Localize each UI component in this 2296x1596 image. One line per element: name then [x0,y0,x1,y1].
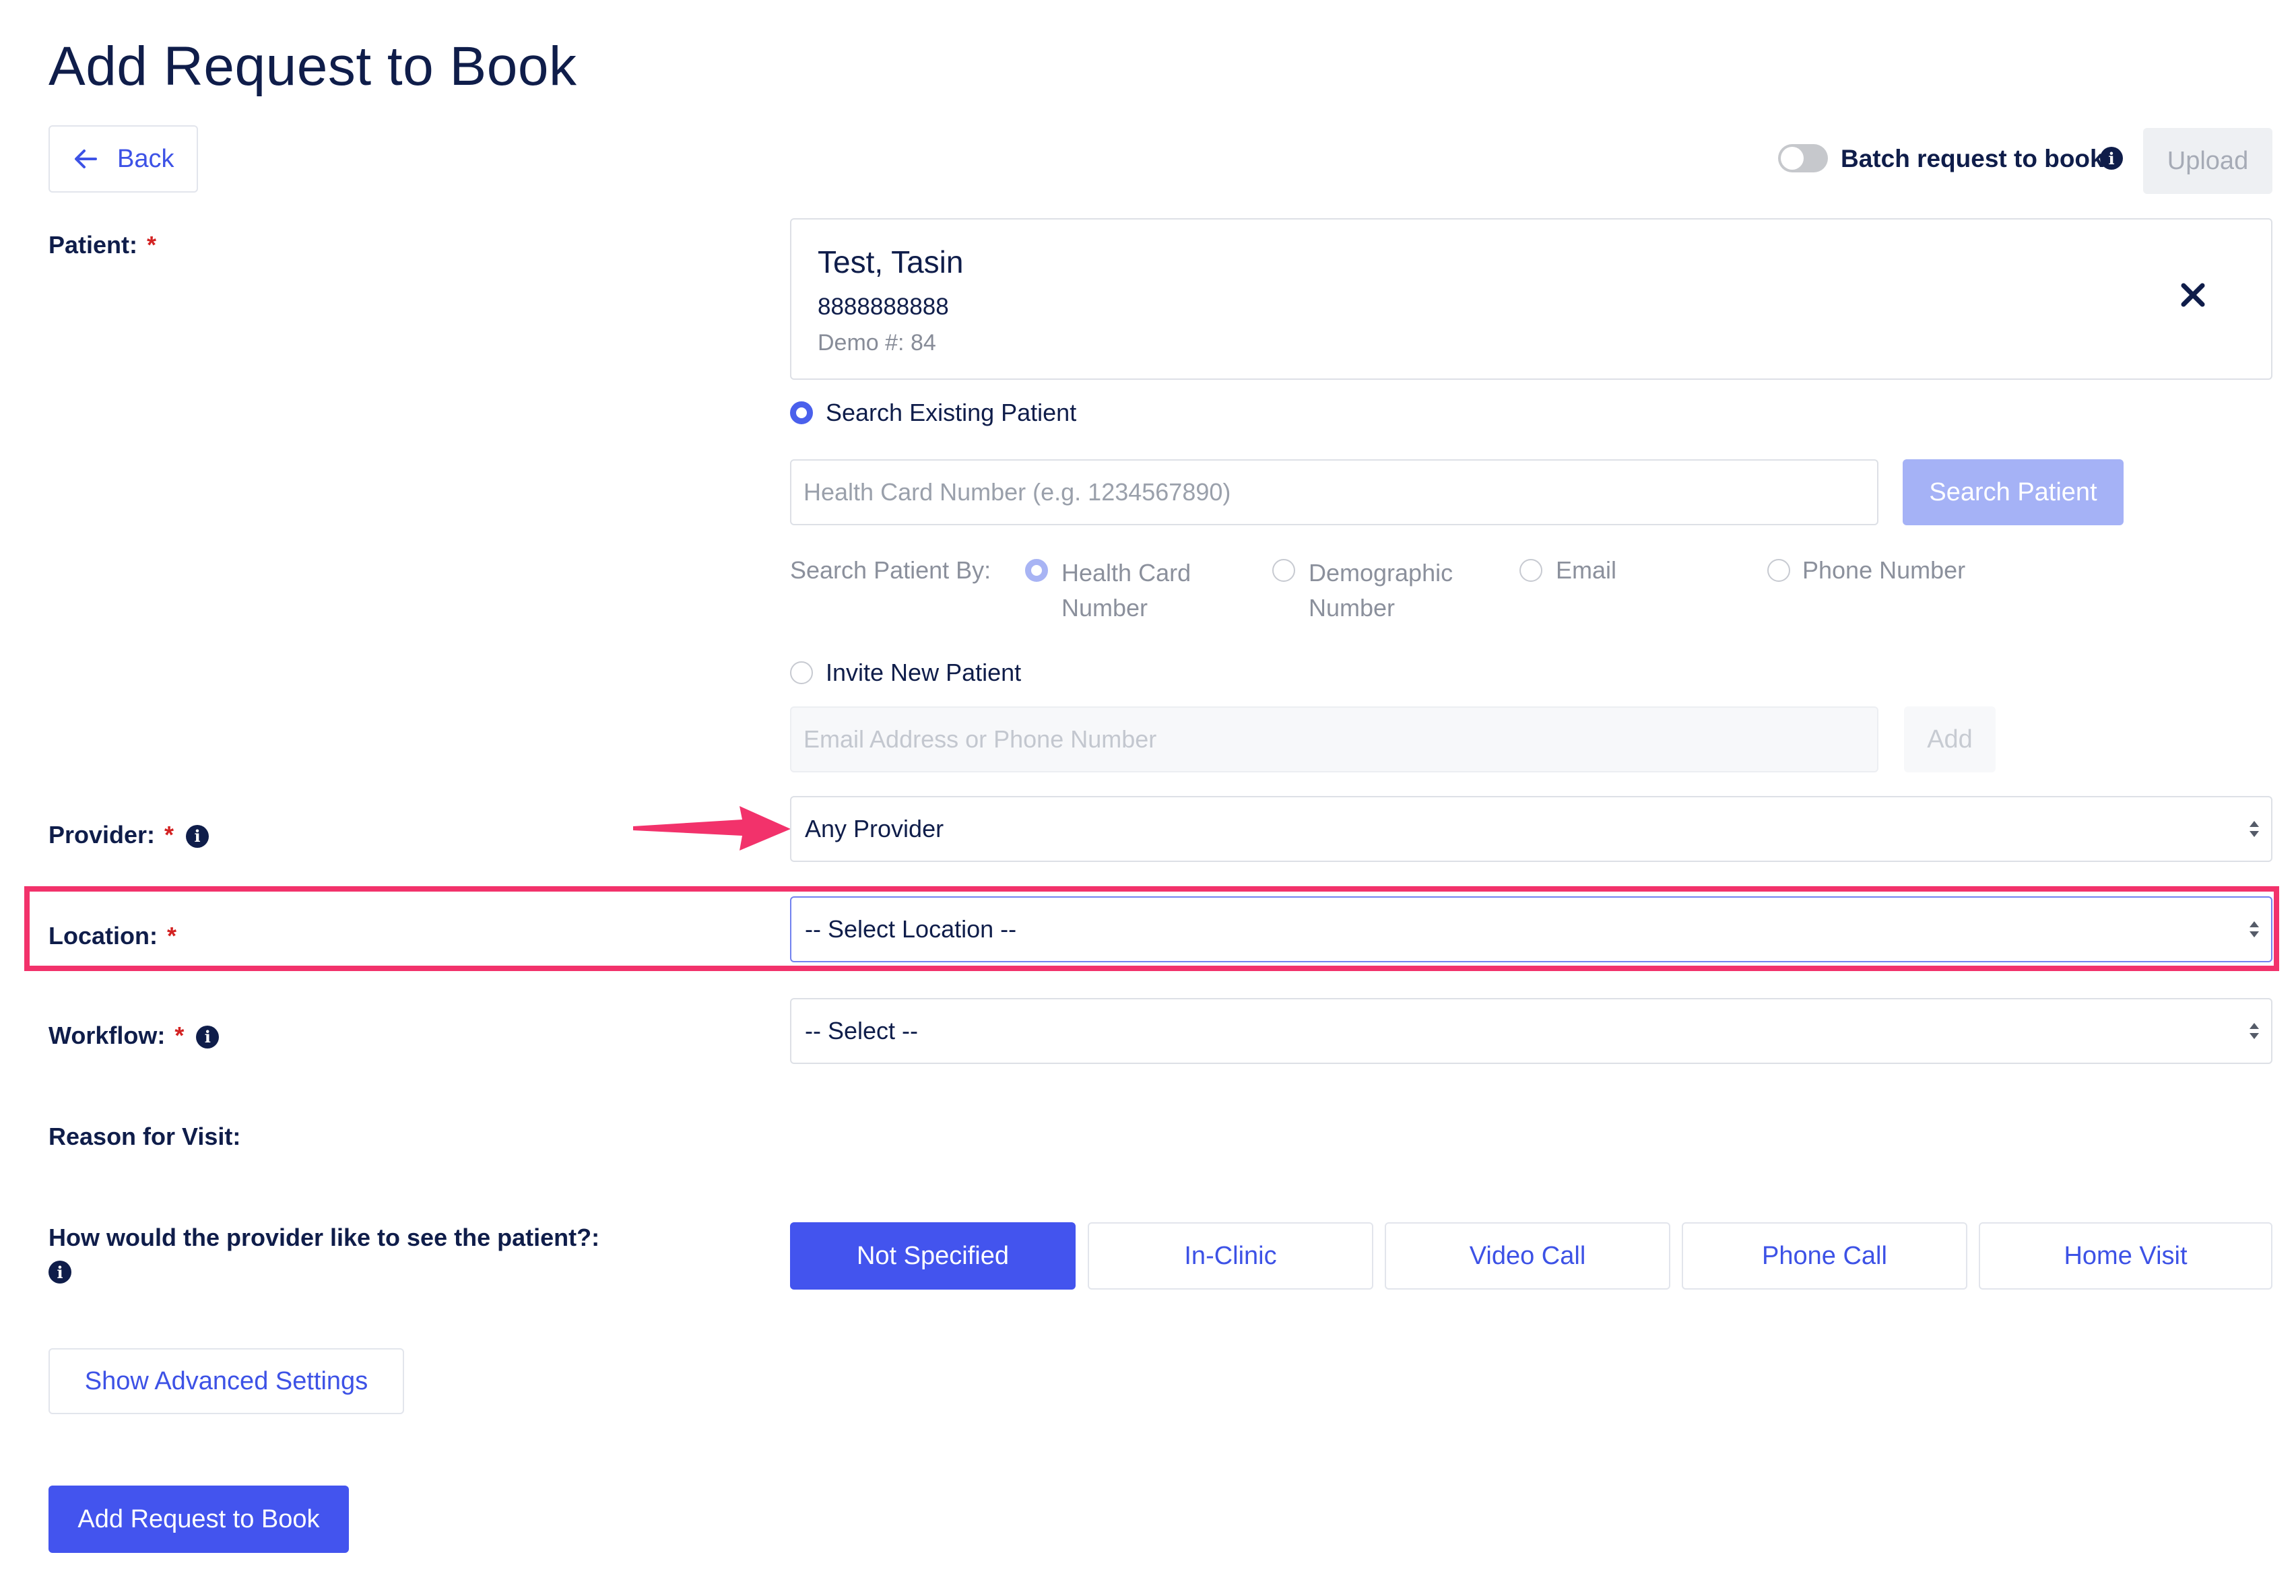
selected-patient-card [790,218,2272,380]
select-caret-icon [2250,821,2259,837]
required-mark: * [164,821,174,849]
search-existing-radio[interactable] [790,401,813,424]
location-select[interactable]: -- Select Location -- [790,896,2272,962]
required-mark: * [147,231,157,259]
location-label: Location: * [48,922,176,950]
remove-patient-button[interactable] [2179,281,2206,312]
search-by-label: Search Patient By: [790,556,991,584]
invite-new-patient-radio[interactable] [790,661,813,684]
search-by-demographic-label: Demographic Number [1309,559,1453,622]
search-by-phone-radio[interactable] [1767,559,1790,582]
workflow-label: Workflow: * i [48,1021,220,1051]
add-request-submit-button[interactable]: Add Request to Book [48,1486,349,1553]
required-mark: * [166,922,176,950]
upload-button[interactable]: Upload [2143,128,2272,194]
workflow-select-value: -- Select -- [805,1017,919,1044]
provider-select[interactable]: Any Provider [790,796,2272,862]
back-button[interactable]: Back [48,125,198,193]
invite-add-button[interactable]: Add [1904,706,1996,772]
search-by-demographic-radio[interactable] [1272,559,1295,582]
required-mark: * [174,1022,185,1049]
info-icon[interactable]: i [2100,147,2123,170]
show-advanced-settings-button[interactable]: Show Advanced Settings [48,1348,404,1414]
patient-demo-number: Demo #: 84 [818,330,936,356]
annotation-arrow [633,806,791,851]
close-icon [2181,283,2205,307]
page-title: Add Request to Book [48,36,577,97]
visit-mode-video-call[interactable]: Video Call [1385,1222,1670,1290]
arrow-left-icon [75,149,97,168]
search-by-email-label: Email [1556,556,1617,584]
invite-contact-input[interactable]: Email Address or Phone Number [790,706,1878,772]
patient-label: Patient: * [48,231,157,259]
toggle-knob [1781,147,1804,170]
provider-label: Provider: * i [48,820,209,850]
info-icon[interactable]: i [186,825,209,849]
info-icon[interactable]: i [196,1026,220,1049]
search-existing-label: Search Existing Patient [826,399,1077,426]
visit-mode-phone-call[interactable]: Phone Call [1682,1222,1967,1290]
invite-new-patient-label: Invite New Patient [826,659,1022,686]
provider-select-value: Any Provider [805,815,944,842]
search-by-health-card-label: Health Card Number [1061,559,1191,622]
select-caret-icon [2250,921,2259,937]
batch-request-toggle[interactable] [1778,144,1828,172]
patient-name: Test, Tasin [818,244,964,279]
reason-for-visit-label: Reason for Visit: [48,1123,241,1150]
batch-request-label: Batch request to book [1841,145,2104,172]
patient-phone: 8888888888 [818,294,949,320]
search-by-email-radio[interactable] [1519,559,1542,582]
visit-mode-not-specified[interactable]: Not Specified [790,1222,1076,1290]
visit-mode-label: How would the provider like to see the p… [48,1224,600,1251]
search-by-health-card-radio[interactable] [1025,559,1048,582]
search-patient-button[interactable]: Search Patient [1903,459,2124,525]
health-card-search-input[interactable]: Health Card Number (e.g. 1234567890) [790,459,1878,525]
visit-mode-in-clinic[interactable]: In-Clinic [1088,1222,1373,1290]
workflow-select[interactable]: -- Select -- [790,998,2272,1064]
search-by-phone-label: Phone Number [1802,556,1966,584]
info-icon[interactable]: i [48,1261,71,1284]
select-caret-icon [2250,1023,2259,1039]
location-select-value: -- Select Location -- [805,915,1017,943]
visit-mode-home-visit[interactable]: Home Visit [1979,1222,2272,1290]
back-button-label: Back [117,144,174,173]
